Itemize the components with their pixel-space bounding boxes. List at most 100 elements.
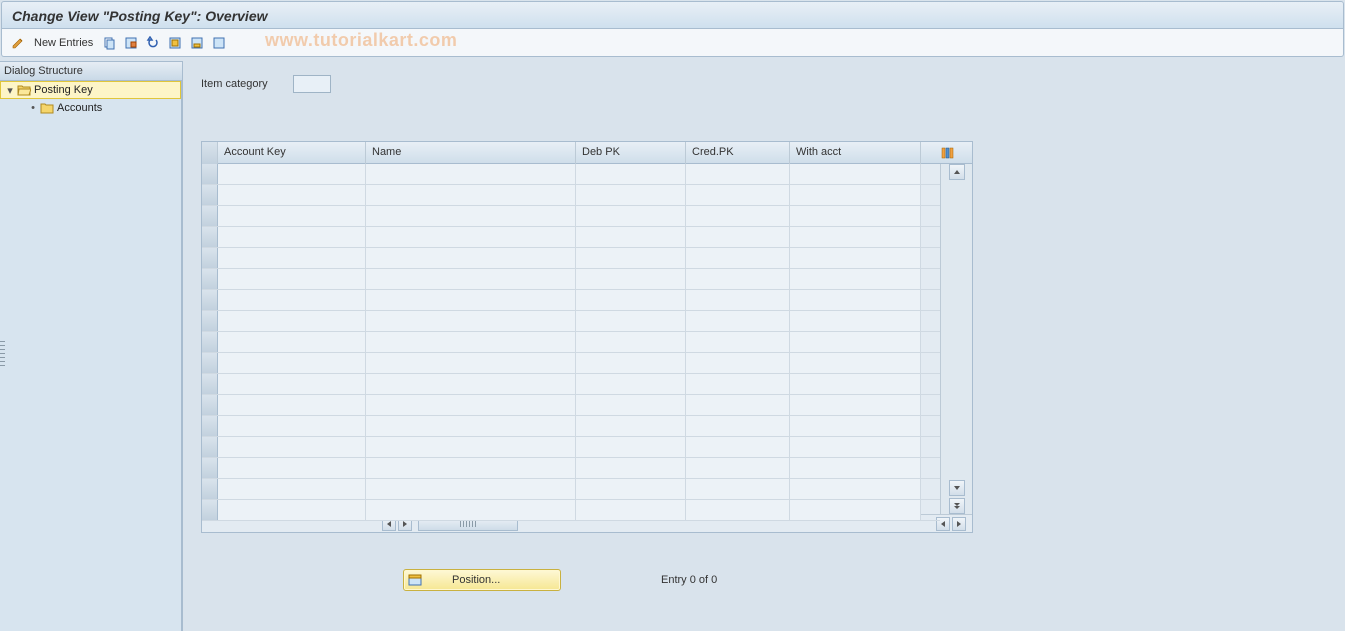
table-cell[interactable] <box>576 353 686 373</box>
table-row[interactable] <box>202 395 940 416</box>
table-row[interactable] <box>202 500 940 521</box>
table-cell[interactable] <box>790 458 921 478</box>
table-row[interactable] <box>202 479 940 500</box>
table-cell[interactable] <box>686 374 790 394</box>
table-cell[interactable] <box>218 353 366 373</box>
row-selector-cell[interactable] <box>202 269 218 289</box>
row-selector-cell[interactable] <box>202 227 218 247</box>
table-cell[interactable] <box>218 164 366 184</box>
col-cred-pk[interactable]: Cred.PK <box>686 142 790 164</box>
table-cell[interactable] <box>218 374 366 394</box>
table-cell[interactable] <box>366 248 576 268</box>
table-cell[interactable] <box>790 290 921 310</box>
table-cell[interactable] <box>366 458 576 478</box>
table-cell[interactable] <box>686 416 790 436</box>
table-cell[interactable] <box>686 353 790 373</box>
row-selector-cell[interactable] <box>202 458 218 478</box>
table-cell[interactable] <box>366 206 576 226</box>
table-cell[interactable] <box>686 185 790 205</box>
table-cell[interactable] <box>576 500 686 520</box>
table-cell[interactable] <box>218 227 366 247</box>
table-cell[interactable] <box>576 185 686 205</box>
table-cell[interactable] <box>686 437 790 457</box>
table-cell[interactable] <box>218 395 366 415</box>
table-row[interactable] <box>202 248 940 269</box>
vertical-scrollbar[interactable] <box>940 164 972 514</box>
table-row[interactable] <box>202 164 940 185</box>
table-cell[interactable] <box>576 290 686 310</box>
table-cell[interactable] <box>790 437 921 457</box>
table-cell[interactable] <box>218 311 366 331</box>
row-selector-cell[interactable] <box>202 332 218 352</box>
row-selector-cell[interactable] <box>202 416 218 436</box>
col-name[interactable]: Name <box>366 142 576 164</box>
table-cell[interactable] <box>576 458 686 478</box>
scrollbar-track[interactable] <box>941 182 972 478</box>
row-selector-cell[interactable] <box>202 248 218 268</box>
table-row[interactable] <box>202 416 940 437</box>
table-cell[interactable] <box>686 206 790 226</box>
table-cell[interactable] <box>790 248 921 268</box>
table-cell[interactable] <box>790 185 921 205</box>
table-row[interactable] <box>202 227 940 248</box>
row-selector-cell[interactable] <box>202 164 218 184</box>
row-selector-cell[interactable] <box>202 395 218 415</box>
row-selector-cell[interactable] <box>202 437 218 457</box>
table-cell[interactable] <box>576 248 686 268</box>
table-cell[interactable] <box>366 374 576 394</box>
new-entries-button[interactable]: New Entries <box>34 37 93 49</box>
table-cell[interactable] <box>686 311 790 331</box>
table-cell[interactable] <box>790 164 921 184</box>
table-cell[interactable] <box>218 500 366 520</box>
table-cell[interactable] <box>790 353 921 373</box>
table-row[interactable] <box>202 269 940 290</box>
table-cell[interactable] <box>366 437 576 457</box>
table-cell[interactable] <box>686 164 790 184</box>
copy-icon[interactable] <box>99 33 119 53</box>
scroll-down-icon[interactable] <box>949 480 965 496</box>
row-selector-header[interactable] <box>202 142 218 164</box>
position-button[interactable]: Position... <box>403 569 561 591</box>
table-cell[interactable] <box>366 500 576 520</box>
table-cell[interactable] <box>576 311 686 331</box>
table-cell[interactable] <box>576 374 686 394</box>
deselect-all-icon[interactable] <box>209 33 229 53</box>
table-cell[interactable] <box>576 164 686 184</box>
tree-node-posting-key[interactable]: ▾ Posting Key <box>0 81 181 99</box>
table-cell[interactable] <box>686 332 790 352</box>
sidebar-resize-handle[interactable] <box>0 341 5 367</box>
table-row[interactable] <box>202 353 940 374</box>
table-cell[interactable] <box>366 311 576 331</box>
table-cell[interactable] <box>366 353 576 373</box>
table-row[interactable] <box>202 206 940 227</box>
row-selector-cell[interactable] <box>202 353 218 373</box>
table-cell[interactable] <box>686 248 790 268</box>
scroll-up-icon[interactable] <box>949 164 965 180</box>
table-cell[interactable] <box>218 437 366 457</box>
table-cell[interactable] <box>686 227 790 247</box>
table-cell[interactable] <box>576 416 686 436</box>
table-cell[interactable] <box>218 332 366 352</box>
table-cell[interactable] <box>576 437 686 457</box>
table-cell[interactable] <box>576 206 686 226</box>
scroll-bottom-icon[interactable] <box>949 498 965 514</box>
table-cell[interactable] <box>576 269 686 289</box>
table-cell[interactable] <box>790 227 921 247</box>
table-cell[interactable] <box>366 395 576 415</box>
table-cell[interactable] <box>576 227 686 247</box>
table-cell[interactable] <box>218 290 366 310</box>
table-cell[interactable] <box>366 290 576 310</box>
col-with-acct[interactable]: With acct <box>790 142 921 164</box>
select-block-icon[interactable] <box>187 33 207 53</box>
delete-icon[interactable] <box>121 33 141 53</box>
table-cell[interactable] <box>576 332 686 352</box>
table-cell[interactable] <box>790 206 921 226</box>
change-icon[interactable] <box>8 33 28 53</box>
table-cell[interactable] <box>686 458 790 478</box>
table-cell[interactable] <box>218 206 366 226</box>
table-cell[interactable] <box>790 395 921 415</box>
row-selector-cell[interactable] <box>202 185 218 205</box>
table-cell[interactable] <box>686 269 790 289</box>
table-cell[interactable] <box>218 479 366 499</box>
table-cell[interactable] <box>686 500 790 520</box>
